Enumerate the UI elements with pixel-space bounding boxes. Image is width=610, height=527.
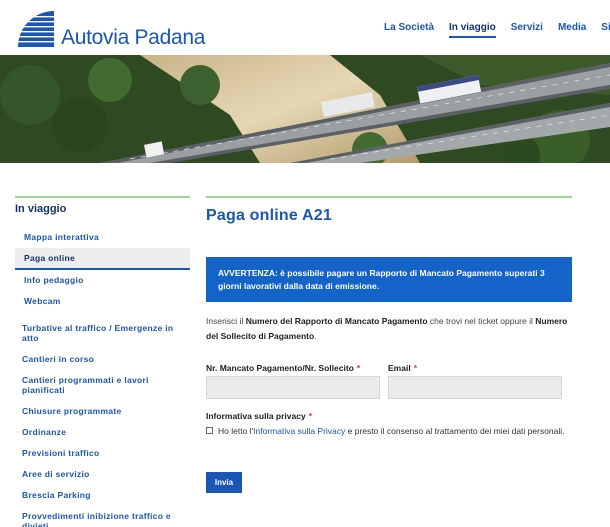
sidebar-item-brescia-parking[interactable]: Brescia Parking xyxy=(15,490,190,500)
privacy-consent: Ho letto l'Informativa sulla Privacy e p… xyxy=(206,424,572,438)
email-label: Email * xyxy=(388,363,417,373)
logo-stripes-icon xyxy=(18,11,54,47)
nav-item-servizi[interactable]: Servizi xyxy=(511,22,543,38)
intro-text-part: che trovi nel ticket oppure il xyxy=(427,316,536,326)
sidebar-item-aree-servizio[interactable]: Aree di servizio xyxy=(15,469,190,479)
main-content: Paga online A21 AVVERTENZA: è possibile … xyxy=(206,196,572,493)
site-header: Autovia Padana La Società In viaggio Ser… xyxy=(0,0,610,55)
main-nav: La Società In viaggio Servizi Media Sicu… xyxy=(384,22,610,38)
submit-button[interactable]: Invia xyxy=(206,472,242,493)
number-label: Nr. Mancato Pagamento/Nr. Sollecito * xyxy=(206,363,360,373)
privacy-text: Ho letto l' xyxy=(218,426,254,436)
required-mark: * xyxy=(308,411,312,421)
warning-banner: AVVERTENZA: è possibile pagare un Rappor… xyxy=(206,257,572,302)
content-divider xyxy=(206,196,572,198)
privacy-label-text: Informativa sulla privacy xyxy=(206,411,306,421)
sidebar-title[interactable]: In viaggio xyxy=(15,202,190,220)
intro-text-part: Inserisci il xyxy=(206,316,246,326)
nav-item-societa[interactable]: La Società xyxy=(384,22,434,38)
sidebar-item-webcam[interactable]: Webcam xyxy=(15,291,190,312)
sidebar-item-mappa[interactable]: Mappa interattiva xyxy=(15,227,190,248)
privacy-text: e presto il consenso al trattamento dei … xyxy=(345,426,565,436)
sidebar-item-provvedimenti[interactable]: Provvedimenti inibizione traffico e divi… xyxy=(15,511,190,527)
brand-logo[interactable]: Autovia Padana xyxy=(18,11,205,51)
number-input[interactable] xyxy=(206,376,380,399)
sidebar-item-info-pedaggio[interactable]: Info pedaggio xyxy=(15,270,190,291)
sidebar-item-paga-online[interactable]: Paga online xyxy=(15,248,190,270)
nav-item-in-viaggio[interactable]: In viaggio xyxy=(449,22,496,38)
privacy-link[interactable]: Informativa sulla Privacy xyxy=(253,426,345,436)
intro-text-bold: Numero del Rapporto di Mancato Pagamento xyxy=(245,316,428,326)
intro-text: Inserisci il Numero del Rapporto di Manc… xyxy=(206,314,572,344)
highway-photo xyxy=(0,55,610,163)
privacy-checkbox[interactable] xyxy=(206,427,213,434)
hero-image xyxy=(0,55,610,163)
sidebar-divider xyxy=(15,196,190,198)
intro-text-part: . xyxy=(314,331,317,341)
required-mark: * xyxy=(356,363,361,373)
nav-item-media[interactable]: Media xyxy=(558,22,586,38)
email-label-text: Email xyxy=(388,363,411,373)
brand-name: Autovia Padana xyxy=(61,26,206,49)
sidebar-item-turbative[interactable]: Turbative al traffico / Emergenze in att… xyxy=(15,323,190,343)
email-input[interactable] xyxy=(388,376,562,399)
number-label-text: Nr. Mancato Pagamento/Nr. Sollecito xyxy=(206,363,354,373)
page-title: Paga online A21 xyxy=(206,207,332,224)
sidebar-item-previsioni[interactable]: Previsioni traffico xyxy=(15,448,190,458)
privacy-label: Informativa sulla privacy * xyxy=(206,411,312,421)
sidebar-item-chiusure[interactable]: Chiusure programmate xyxy=(15,406,190,416)
required-mark: * xyxy=(413,363,417,373)
nav-item-sicurezza[interactable]: Sicure xyxy=(601,22,610,38)
sidebar: In viaggio Mappa interattiva Paga online… xyxy=(15,196,190,527)
sidebar-item-cantieri-programmati[interactable]: Cantieri programmati e lavori pianificat… xyxy=(15,375,190,395)
sidebar-item-ordinanze[interactable]: Ordinanze xyxy=(15,427,190,437)
sidebar-item-cantieri-corso[interactable]: Cantieri in corso xyxy=(15,354,190,364)
